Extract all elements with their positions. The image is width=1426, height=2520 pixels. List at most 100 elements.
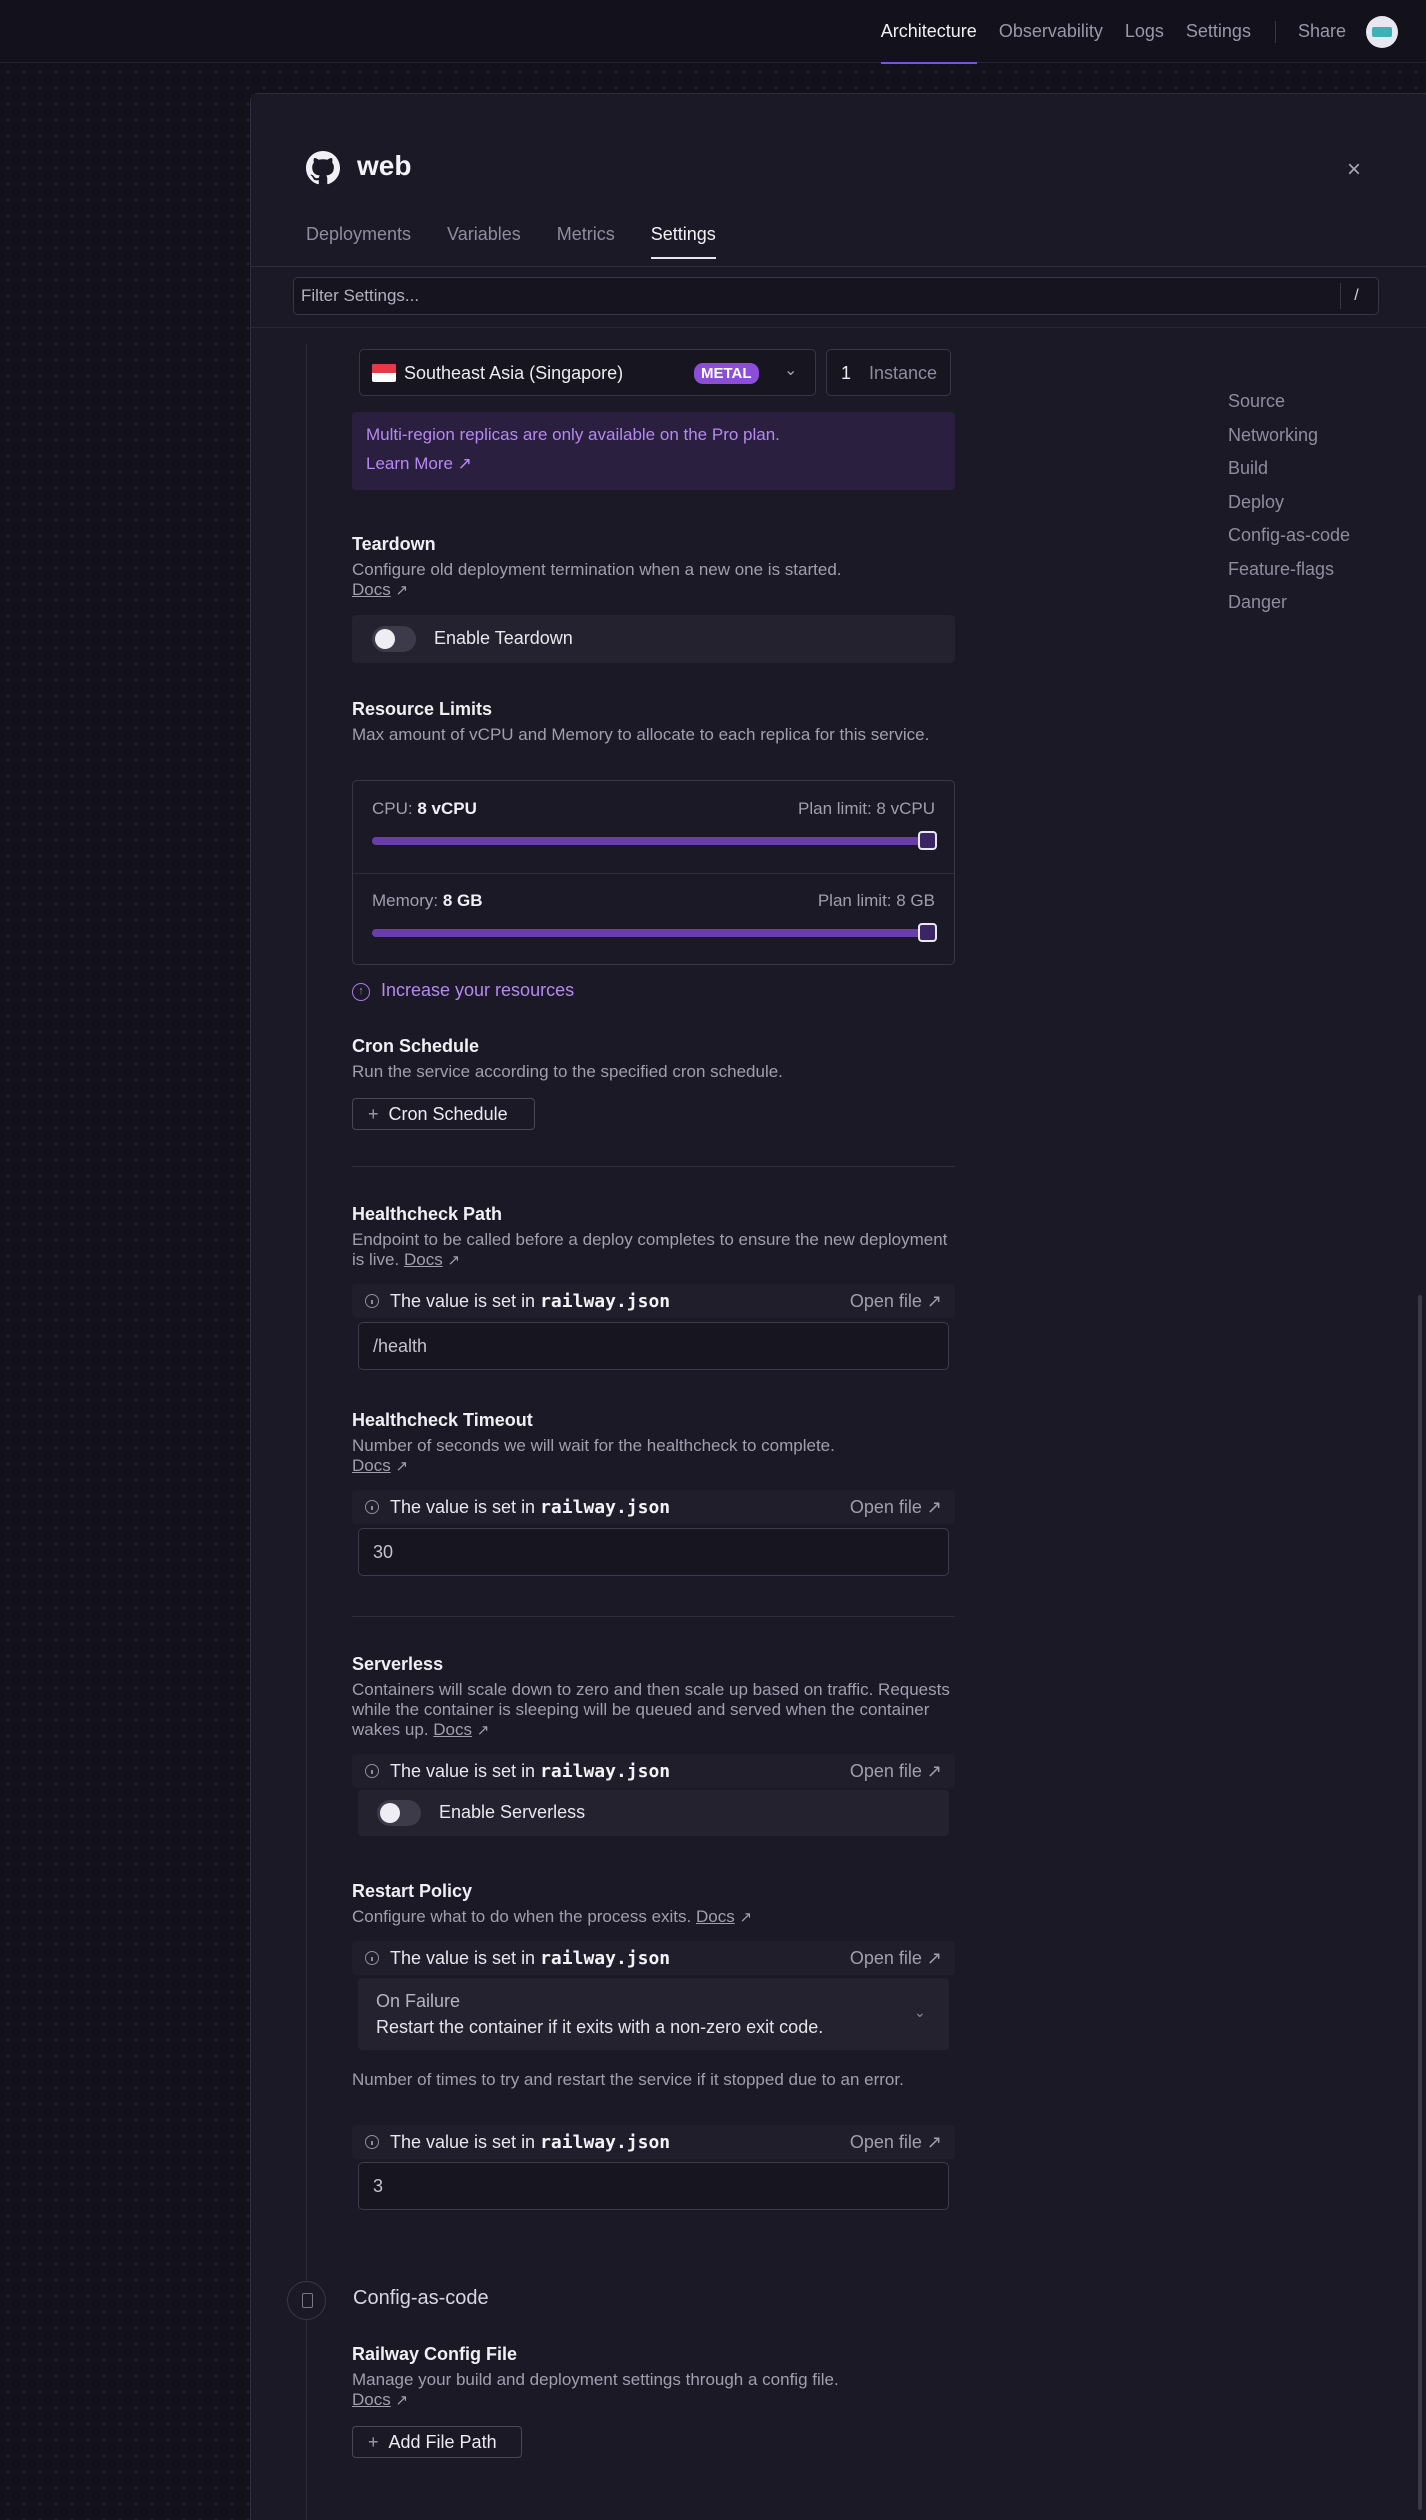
share-button[interactable]: Share xyxy=(1298,0,1346,63)
memory-slider-fill xyxy=(372,929,927,937)
sidenav-networking[interactable]: Networking xyxy=(1228,425,1350,459)
filter-shortcut-key: / xyxy=(1340,283,1372,309)
external-link-icon: ↗ xyxy=(476,1722,490,1739)
external-link-icon: ↗ xyxy=(447,1252,461,1269)
section-divider xyxy=(352,1616,955,1617)
config-notice-text: The value is set in railway.json xyxy=(390,1761,671,1782)
serverless-toggle[interactable] xyxy=(377,1800,421,1826)
increase-resources-link[interactable]: Increase your resources xyxy=(381,980,574,1001)
sidenav-build[interactable]: Build xyxy=(1228,458,1350,492)
tab-variables[interactable]: Variables xyxy=(447,224,521,259)
restart-retries-input[interactable]: 3 xyxy=(358,2162,949,2210)
plus-icon: + xyxy=(368,1103,379,1124)
healthcheck-timeout-docs-link[interactable]: Docs xyxy=(352,1456,391,1475)
healthcheck-path-value: /health xyxy=(373,1336,428,1356)
resource-limits-desc: Max amount of vCPU and Memory to allocat… xyxy=(352,725,930,744)
restart-policy-select[interactable]: On Failure Restart the container if it e… xyxy=(358,1978,949,2050)
config-notice-text: The value is set in railway.json xyxy=(390,1291,671,1312)
teardown-toggle[interactable] xyxy=(372,626,416,652)
memory-slider[interactable] xyxy=(372,923,937,942)
tab-metrics[interactable]: Metrics xyxy=(557,224,615,259)
section-divider xyxy=(352,1166,955,1167)
memory-value: 8 GB xyxy=(442,891,483,910)
memory-limit-row: Memory: 8 GB Plan limit: 8 GB xyxy=(353,873,954,965)
open-file-link[interactable]: Open file ↗ xyxy=(850,1291,942,1312)
healthcheck-path-title: Healthcheck Path xyxy=(352,1204,503,1224)
config-notice: The value is set in railway.json Open fi… xyxy=(352,2125,955,2159)
healthcheck-timeout-value: 30 xyxy=(373,1542,394,1562)
nav-divider xyxy=(1274,20,1276,43)
sidenav-deploy[interactable]: Deploy xyxy=(1228,492,1350,526)
cron-desc: Run the service according to the specifi… xyxy=(352,1062,783,1081)
plus-icon: + xyxy=(368,2431,379,2452)
panel-header: web × Deployments Variables Metrics Sett… xyxy=(251,94,1426,268)
healthcheck-path-input[interactable]: /health xyxy=(358,1322,949,1370)
resource-limits-box: CPU: 8 vCPU Plan limit: 8 vCPU Memory: 8… xyxy=(352,780,955,965)
top-bar: Architecture Observability Logs Settings… xyxy=(0,0,1426,64)
singapore-flag-icon xyxy=(372,364,396,382)
nav-settings[interactable]: Settings xyxy=(1186,0,1251,63)
open-file-link[interactable]: Open file ↗ xyxy=(850,2132,942,2153)
metal-badge: METAL xyxy=(694,363,759,384)
external-link-icon: ↗ xyxy=(395,2392,409,2409)
teardown-title: Teardown xyxy=(352,534,436,554)
railway-config-docs-link[interactable]: Docs xyxy=(352,2390,391,2409)
healthcheck-timeout-input[interactable]: 30 xyxy=(358,1528,949,1576)
healthcheck-path-docs-link[interactable]: Docs xyxy=(404,1250,443,1269)
info-icon xyxy=(365,2135,379,2149)
cpu-limit-row: CPU: 8 vCPU Plan limit: 8 vCPU xyxy=(353,781,954,873)
cron-title: Cron Schedule xyxy=(352,1036,480,1056)
sidenav-config-as-code[interactable]: Config-as-code xyxy=(1228,525,1350,559)
timeline-line xyxy=(306,344,307,2520)
user-avatar[interactable] xyxy=(1366,15,1398,48)
teardown-docs: Docs ↗ xyxy=(352,580,408,601)
panel-scrollbar[interactable] xyxy=(1418,1295,1422,2510)
instance-count-input[interactable]: 1 Instance xyxy=(826,349,951,396)
close-icon[interactable]: × xyxy=(1347,156,1361,184)
teardown-docs-link[interactable]: Docs xyxy=(352,580,391,599)
info-icon xyxy=(365,1951,379,1965)
external-link-icon: ↗ xyxy=(395,582,409,599)
resource-limits-title: Resource Limits xyxy=(352,699,493,719)
open-file-link[interactable]: Open file ↗ xyxy=(850,1948,942,1969)
serverless-toggle-label: Enable Serverless xyxy=(439,1802,586,1822)
serverless-docs-link[interactable]: Docs xyxy=(433,1720,472,1739)
nav-architecture[interactable]: Architecture xyxy=(880,0,977,64)
healthcheck-timeout-docs: Docs ↗ xyxy=(352,1456,408,1477)
open-file-link[interactable]: Open file ↗ xyxy=(850,1761,942,1782)
nav-logs[interactable]: Logs xyxy=(1125,0,1164,63)
restart-retries-desc: Number of times to try and restart the s… xyxy=(352,2070,904,2089)
chevron-down-icon: ⌄ xyxy=(784,362,798,379)
external-link-icon: ↗ xyxy=(395,1458,409,1475)
cpu-slider[interactable] xyxy=(372,831,937,850)
nav-observability[interactable]: Observability xyxy=(999,0,1103,63)
instance-label: Instance xyxy=(869,363,938,383)
restart-policy-docs-link[interactable]: Docs xyxy=(696,1907,735,1926)
filter-settings-input[interactable]: Filter Settings... / xyxy=(293,277,1379,315)
settings-section-nav: Source Networking Build Deploy Config-as… xyxy=(1228,391,1350,626)
restart-policy-value: On Failure xyxy=(376,1991,461,2011)
add-file-path-button[interactable]: + Add File Path xyxy=(352,2426,522,2458)
railway-config-title: Railway Config File xyxy=(352,2344,518,2364)
tab-settings[interactable]: Settings xyxy=(650,224,716,259)
tab-deployments[interactable]: Deployments xyxy=(306,224,411,259)
cpu-slider-thumb[interactable] xyxy=(918,831,937,850)
restart-policy-detail: Restart the container if it exits with a… xyxy=(376,2017,824,2037)
memory-slider-thumb[interactable] xyxy=(918,923,937,942)
pro-plan-notice: Multi-region replicas are only available… xyxy=(352,412,955,490)
healthcheck-timeout-desc: Number of seconds we will wait for the h… xyxy=(352,1436,835,1455)
info-icon xyxy=(365,1764,379,1778)
teardown-toggle-row: Enable Teardown xyxy=(352,615,955,663)
config-notice: The value is set in railway.json Open fi… xyxy=(352,1284,955,1318)
sidenav-source[interactable]: Source xyxy=(1228,391,1350,425)
sidenav-danger[interactable]: Danger xyxy=(1228,592,1350,626)
open-file-link[interactable]: Open file ↗ xyxy=(850,1497,942,1518)
learn-more-link[interactable]: Learn More ↗ xyxy=(366,454,472,474)
filter-bar: Filter Settings... / xyxy=(251,268,1426,328)
serverless-toggle-row: Enable Serverless xyxy=(358,1790,949,1836)
sidenav-feature-flags[interactable]: Feature-flags xyxy=(1228,559,1350,593)
add-cron-schedule-button[interactable]: + Cron Schedule xyxy=(352,1098,535,1130)
memory-label: Memory: 8 GB xyxy=(372,891,483,910)
config-notice: The value is set in railway.json Open fi… xyxy=(352,1941,955,1975)
region-select[interactable]: Southeast Asia (Singapore) METAL ⌄ xyxy=(359,349,816,396)
